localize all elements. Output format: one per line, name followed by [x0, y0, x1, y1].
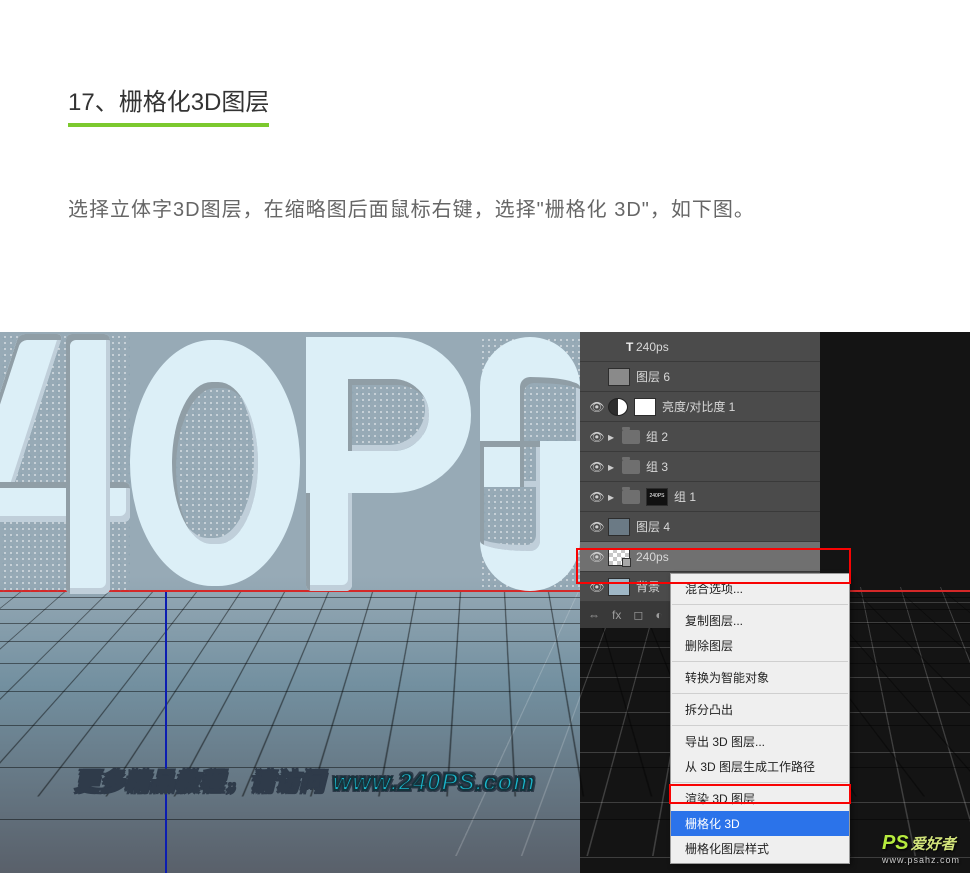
layer-thumbnail-3d	[608, 548, 630, 566]
visibility-icon[interactable]: 👁	[586, 430, 608, 444]
menu-separator	[672, 661, 848, 662]
layer-label: 背景	[636, 578, 660, 595]
visibility-icon[interactable]: 👁	[586, 400, 608, 414]
watermark-subtext: www.psahz.com	[882, 855, 960, 865]
folder-icon	[622, 460, 640, 474]
adjustment-icon	[608, 398, 628, 416]
layer-thumbnail	[608, 368, 630, 386]
layer-mask-thumbnail	[634, 398, 656, 416]
menu-duplicate-layer[interactable]: 复制图层...	[671, 608, 849, 633]
layer-mask-thumbnail	[646, 488, 668, 506]
menu-separator	[672, 725, 848, 726]
layer-label: 图层 4	[636, 518, 670, 535]
layer-label: 亮度/对比度 1	[662, 398, 735, 415]
menu-separator	[672, 782, 848, 783]
visibility-icon[interactable]: 👁	[586, 550, 608, 564]
menu-delete-layer[interactable]: 删除图层	[671, 633, 849, 658]
glyph-4	[0, 334, 130, 594]
promo-prefix: 更多精品教程，请访问	[75, 769, 325, 796]
visibility-icon[interactable]: 👁	[586, 460, 608, 474]
type-layer-icon: T	[608, 340, 630, 354]
layer-thumbnail	[608, 578, 630, 596]
menu-separator	[672, 693, 848, 694]
promo-text: 更多精品教程，请访问 www.240PS.com	[75, 762, 536, 797]
layer-label: 图层 6	[636, 368, 670, 385]
link-layers-icon[interactable]: ⇔	[588, 608, 600, 622]
watermark-brand: PS	[882, 832, 909, 854]
layer-row-group3[interactable]: 👁 ▸ 组 3	[580, 452, 820, 482]
disclosure-icon[interactable]: ▸	[608, 490, 620, 504]
layer-row-layer6[interactable]: 图层 6	[580, 362, 820, 392]
add-mask-icon[interactable]: ◻	[633, 608, 643, 622]
layer-fx-icon[interactable]: fx	[612, 608, 621, 622]
layer-row-layer4[interactable]: 👁 图层 4	[580, 512, 820, 542]
menu-separator	[672, 604, 848, 605]
menu-blending-options[interactable]: 混合选项...	[671, 576, 849, 601]
watermark-text: 爱好者	[911, 836, 956, 853]
axis-z-blue	[165, 592, 167, 873]
menu-split-extrusion[interactable]: 拆分凸出	[671, 697, 849, 722]
disclosure-icon[interactable]: ▸	[608, 460, 620, 474]
photoshop-screenshot: T 240ps 图层 6 👁 亮度/对比度 1 👁 ▸ 组 2 👁 ▸ 组 3	[0, 332, 970, 873]
3d-badge-icon	[622, 558, 631, 567]
visibility-icon[interactable]: 👁	[586, 520, 608, 534]
step-body: 选择立体字3D图层，在缩略图后面鼠标右键，选择"栅格化 3D"，如下图。	[68, 187, 902, 233]
folder-icon	[622, 430, 640, 444]
menu-convert-smart-object[interactable]: 转换为智能对象	[671, 665, 849, 690]
layer-label: 组 2	[646, 428, 668, 445]
glyph-s	[480, 337, 580, 591]
layer-label: 240ps	[636, 550, 669, 564]
adjustment-layer-icon[interactable]: ◐	[655, 608, 662, 622]
menu-rasterize-layer-style[interactable]: 栅格化图层样式	[671, 836, 849, 861]
folder-icon	[622, 490, 640, 504]
glyph-p	[306, 337, 476, 591]
visibility-icon[interactable]: 👁	[586, 580, 608, 594]
disclosure-icon[interactable]: ▸	[608, 430, 620, 444]
watermark: PS爱好者 www.psahz.com	[882, 832, 960, 865]
layer-row-240ps-3d[interactable]: 👁 240ps	[580, 542, 820, 572]
layer-label: 组 3	[646, 458, 668, 475]
layer-row-brightness[interactable]: 👁 亮度/对比度 1	[580, 392, 820, 422]
step-heading: 17、栅格化3D图层	[68, 82, 269, 127]
promo-url: www.240PS.com	[333, 769, 536, 796]
layer-row-group2[interactable]: 👁 ▸ 组 2	[580, 422, 820, 452]
menu-rasterize-3d[interactable]: 栅格化 3D	[671, 811, 849, 836]
layer-label: 240ps	[636, 340, 669, 354]
glyph-0	[130, 340, 300, 586]
layer-context-menu: 混合选项... 复制图层... 删除图层 转换为智能对象 拆分凸出 导出 3D …	[670, 573, 850, 864]
layer-label: 组 1	[674, 488, 696, 505]
layer-thumbnail	[608, 518, 630, 536]
menu-export-3d-layer[interactable]: 导出 3D 图层...	[671, 729, 849, 754]
visibility-icon[interactable]: 👁	[586, 490, 608, 504]
menu-render-3d-layer[interactable]: 渲染 3D 图层	[671, 786, 849, 811]
layer-row-text-240ps[interactable]: T 240ps	[580, 332, 820, 362]
layer-row-group1[interactable]: 👁 ▸ 组 1	[580, 482, 820, 512]
menu-generate-workpath[interactable]: 从 3D 图层生成工作路径	[671, 754, 849, 779]
